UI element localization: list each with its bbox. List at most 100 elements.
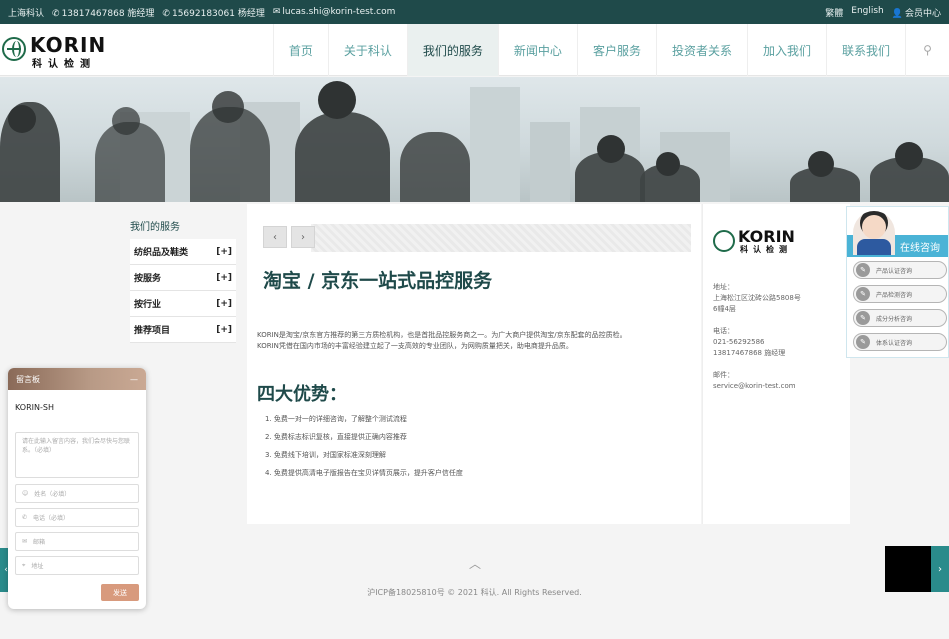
nav-item-customer-service[interactable]: 客户服务 [576,24,656,76]
message-board-title: 留言板 [16,374,40,384]
address-placeholder: 地址 [31,563,44,570]
banner-person-head [808,151,834,177]
phone-field[interactable]: ✆ 电话（必填） [15,508,139,527]
expand-toggle[interactable]: [+] [216,273,232,283]
intro-line: KORIN是淘宝/京东官方推荐的第三方质检机构，也是首批品控服务商之一。为广大商… [257,331,627,339]
prev-button[interactable]: ‹ [263,226,287,248]
banner-person-head [656,152,680,176]
sidebar-item-by-service[interactable]: 按服务 [+] [130,265,236,291]
back-to-top-icon[interactable]: ︿ [469,555,481,572]
banner-person-head [895,142,923,170]
nav-item-about[interactable]: 关于科认 [327,24,407,76]
sidebar-item-label: 按服务 [134,274,162,284]
sidebar-item-textiles[interactable]: 纺织品及鞋类 [+] [130,239,236,265]
intro-text: KORIN是淘宝/京东官方推荐的第三方质检机构，也是首批品控服务商之一。为广大商… [257,330,697,352]
phone-icon: ✆ [22,514,28,521]
nav-item-services[interactable]: 我们的服务 [406,24,498,76]
main-nav: 首页 关于科认 我们的服务 新闻中心 客户服务 投资者关系 加入我们 联系我们 … [272,24,949,76]
advantages-title: 四大优势： [257,384,347,405]
top-bar: 上海科认 ✆ 13817467868 施经理 ✆ 15692183061 杨经理 ✉… [0,0,949,24]
location-icon: ⌖ [22,561,26,569]
nav-item-investors[interactable]: 投资者关系 [655,24,747,76]
chat-icon: ✎ [856,335,870,349]
logo-brand: KORIN [30,33,107,57]
send-button[interactable]: 发送 [101,584,139,601]
qr-code-placeholder [885,546,931,592]
phone-1-text[interactable]: 13817467868 施经理 [62,9,155,19]
chat-icon: ✎ [856,311,870,325]
email-value[interactable]: service@korin-test.com [713,381,803,392]
agent-avatar [853,211,895,255]
phone-value[interactable]: 021-56292586 [713,337,803,348]
sidebar-item-label: 推荐项目 [134,326,171,336]
banner-person-head [8,105,36,133]
minimize-button[interactable]: — [130,375,138,384]
slider-controls: ‹ › [263,226,315,248]
sidebar-item-by-industry[interactable]: 按行业 [+] [130,291,236,317]
name-field[interactable]: ☺ 姓名（必填） [15,484,139,503]
banner-person-head [112,107,140,135]
address-field[interactable]: ⌖ 地址 [15,556,139,575]
nav-item-news[interactable]: 新闻中心 [497,24,577,76]
email-field[interactable]: ✉ 邮箱 [15,532,139,551]
mail-icon: ✉ [272,7,281,17]
sidebar-item-label: 按行业 [134,300,162,310]
contact-info-panel: KORIN 科认检测 地址： 上海松江区沈砖公路5808号6幢4层 电话： 02… [702,204,850,524]
email-label: 邮件： [713,371,734,379]
name-placeholder: 姓名（必填） [34,491,71,498]
mail-icon: ✉ [22,538,28,545]
user-icon: ☺ [22,490,29,497]
nav-item-join[interactable]: 加入我们 [746,24,826,76]
phone-value[interactable]: 13817467868 施经理 [713,348,803,359]
consult-option-label: 体系认证咨询 [876,339,913,347]
globe-icon [2,37,26,61]
list-item: 3. 免费线下培训，对国家标准深刻理解 [265,451,386,459]
banner-person-head [318,81,356,119]
banner-person [400,132,470,202]
site-header: KORIN 科认检测 首页 关于科认 我们的服务 新闻中心 客户服务 投资者关系… [0,24,949,76]
consult-option-label: 成分分析咨询 [876,315,913,323]
nav-item-home[interactable]: 首页 [272,24,328,76]
banner-person [295,112,390,202]
message-board-header[interactable]: 留言板 — [8,368,146,390]
search-icon[interactable]: ⚲ [905,24,949,76]
phone-icon: ✆ [52,8,60,19]
next-button[interactable]: › [291,226,315,248]
main-content: ‹ › 淘宝 / 京东一站式品控服务 KORIN是淘宝/京东官方推荐的第三方质检… [247,204,701,524]
address-label: 地址： [713,283,734,291]
address-block: 地址： 上海松江区沈砖公路5808号6幢4层 [713,282,803,315]
intro-line: KORIN凭借在国内市场的丰富经验建立起了一支高效的专业团队，为网购质量把关，助… [257,342,573,350]
email-block: 邮件： service@korin-test.com [713,370,803,392]
consult-option-composition[interactable]: ✎ 成分分析咨询 [853,309,947,327]
consult-option-label: 产品检测咨询 [876,291,913,299]
expand-toggle[interactable]: [+] [216,299,232,309]
consult-option-label: 产品认证咨询 [876,267,913,275]
chat-icon: ✎ [856,263,870,277]
consult-option-product-test[interactable]: ✎ 产品检测咨询 [853,285,947,303]
email-placeholder: 邮箱 [33,539,46,546]
lang-english-link[interactable]: English [851,6,884,19]
member-center-link[interactable]: 会员中心 [905,9,941,19]
sidebar-item-recommended[interactable]: 推荐项目 [+] [130,317,236,343]
logo-brand-cn: 科认检测 [740,245,792,254]
banner-person-head [212,91,244,123]
side-right-tab[interactable]: › [931,546,949,592]
list-item: 1. 免费一对一的详细咨询，了解整个测试流程 [265,415,407,423]
consult-option-product-cert[interactable]: ✎ 产品认证咨询 [853,261,947,279]
nav-item-contact[interactable]: 联系我们 [825,24,905,76]
expand-toggle[interactable]: [+] [216,247,232,257]
logo-brand-cn: 科认检测 [32,59,96,70]
banner-person-head [597,135,625,163]
email-link[interactable]: lucas.shi@korin-test.com [282,7,395,17]
services-sidebar: 我们的服务 纺织品及鞋类 [+] 按服务 [+] 按行业 [+] 推荐项目 [+… [130,218,236,343]
message-board: 留言板 — KORIN-SH 请在此输入留言内容，我们会尽快与您联系。（必填） … [8,368,146,609]
site-logo[interactable]: KORIN 科认检测 [0,33,110,70]
consult-option-system-cert[interactable]: ✎ 体系认证咨询 [853,333,947,351]
hero-banner [0,77,949,202]
message-textarea[interactable]: 请在此输入留言内容，我们会尽快与您联系。（必填） [15,432,139,478]
expand-toggle[interactable]: [+] [216,325,232,335]
lang-traditional-link[interactable]: 繁體 [825,6,843,19]
sidebar-item-label: 纺织品及鞋类 [134,248,189,258]
phone-icon: ✆ [162,8,170,19]
phone-2-text[interactable]: 15692183061 杨经理 [172,9,265,19]
